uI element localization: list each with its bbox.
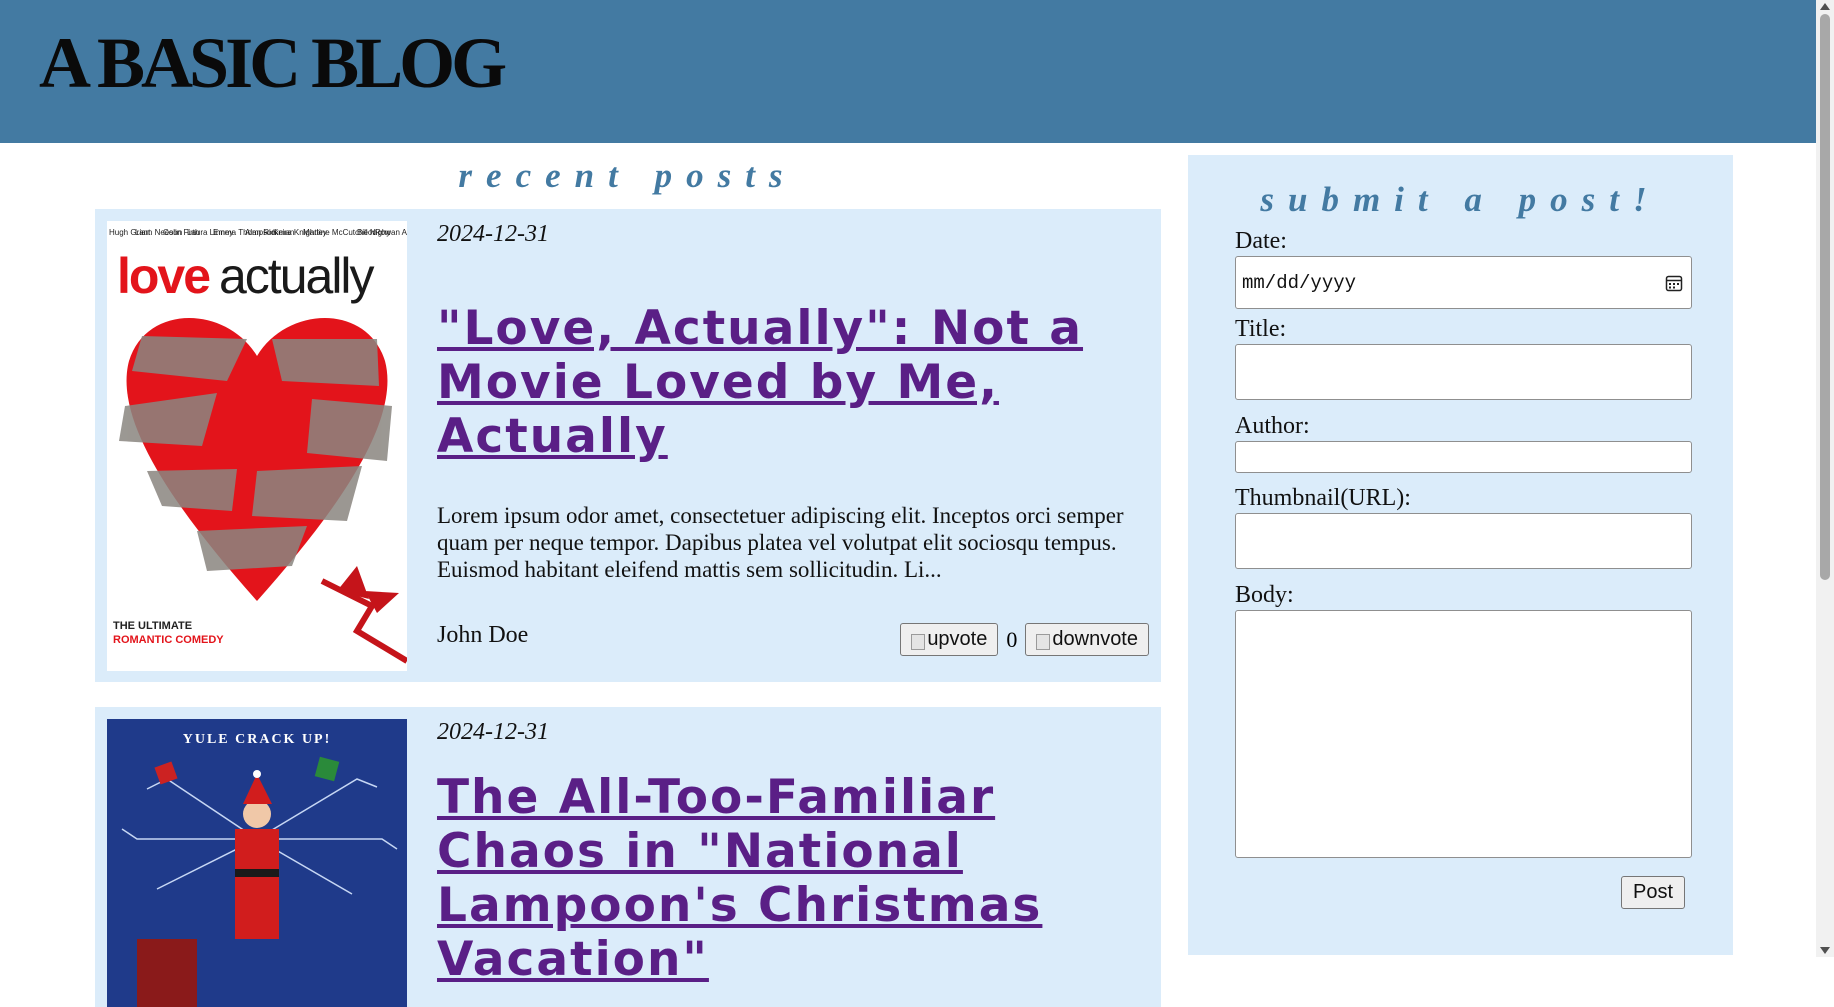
poster-tagline-1: THE ULTIMATE — [113, 620, 192, 632]
site-header: A BASIC BLOG — [0, 0, 1816, 143]
scroll-down-arrow-icon[interactable] — [1820, 947, 1830, 954]
svg-text:Rowan Atkinson: Rowan Atkinson — [375, 228, 407, 237]
post-card: Hugh Grant Liam Neeson Colin Firth Laura… — [95, 209, 1161, 682]
body-label: Body: — [1235, 582, 1294, 608]
scroll-up-arrow-icon[interactable] — [1820, 3, 1830, 10]
downvote-button[interactable]: downvote — [1025, 623, 1149, 656]
christmas-vacation-poster: YULE CRACK UP! — [107, 719, 407, 1007]
thumbnail-input[interactable] — [1235, 513, 1692, 569]
post-date: 2024-12-31 — [437, 221, 549, 247]
author-input[interactable] — [1235, 441, 1692, 473]
poster-title-love: love — [117, 248, 210, 304]
scroll-thumb[interactable] — [1820, 14, 1830, 580]
poster-tagline: YULE CRACK UP! — [183, 732, 332, 747]
upvote-button[interactable]: upvote — [900, 623, 999, 656]
recent-posts-heading: recent posts — [458, 156, 797, 195]
thumbnail-label: Thumbnail(URL): — [1235, 485, 1411, 511]
calendar-icon[interactable] — [1665, 274, 1683, 292]
love-actually-poster: Hugh Grant Liam Neeson Colin Firth Laura… — [107, 221, 407, 671]
page-scrollbar[interactable] — [1816, 0, 1834, 957]
poster-title-actually: actually — [219, 248, 375, 304]
title-label: Title: — [1235, 316, 1287, 342]
vote-controls: upvote 0 downvote — [900, 623, 1149, 656]
author-label: Author: — [1235, 413, 1310, 439]
downvote-label: downvote — [1052, 628, 1138, 650]
upvote-label: upvote — [927, 628, 988, 650]
date-label: Date: — [1235, 228, 1287, 254]
post-title-link[interactable]: "Love, Actually": Not a Movie Loved by M… — [437, 302, 1137, 464]
date-input[interactable]: mm/dd/yyyy — [1235, 256, 1692, 309]
post-author: John Doe — [437, 622, 529, 648]
post-submit-button[interactable]: Post — [1621, 876, 1685, 909]
date-placeholder: mm/dd/yyyy — [1242, 271, 1357, 294]
post-date: 2024-12-31 — [437, 719, 549, 745]
post-thumbnail: YULE CRACK UP! — [107, 719, 407, 1007]
submit-post-heading: submit a post! — [1260, 180, 1661, 219]
broken-image-icon — [911, 633, 926, 650]
submit-post-panel: submit a post! Date: mm/dd/yyyy Title: A… — [1188, 155, 1733, 955]
poster-tagline-2: ROMANTIC COMEDY — [113, 634, 224, 646]
title-input[interactable] — [1235, 344, 1692, 400]
post-thumbnail: Hugh Grant Liam Neeson Colin Firth Laura… — [107, 221, 407, 671]
post-excerpt: Lorem ipsum odor amet, consectetuer adip… — [437, 503, 1124, 582]
vote-count: 0 — [1006, 626, 1018, 652]
post-title-link[interactable]: The All-Too-Familiar Chaos in "National … — [437, 771, 1137, 987]
post-card: YULE CRACK UP! 2024-12-31 The All-Too-Fa… — [95, 707, 1161, 1007]
broken-image-icon — [1036, 633, 1051, 650]
body-textarea[interactable] — [1235, 610, 1692, 858]
site-title: A BASIC BLOG — [39, 23, 507, 103]
